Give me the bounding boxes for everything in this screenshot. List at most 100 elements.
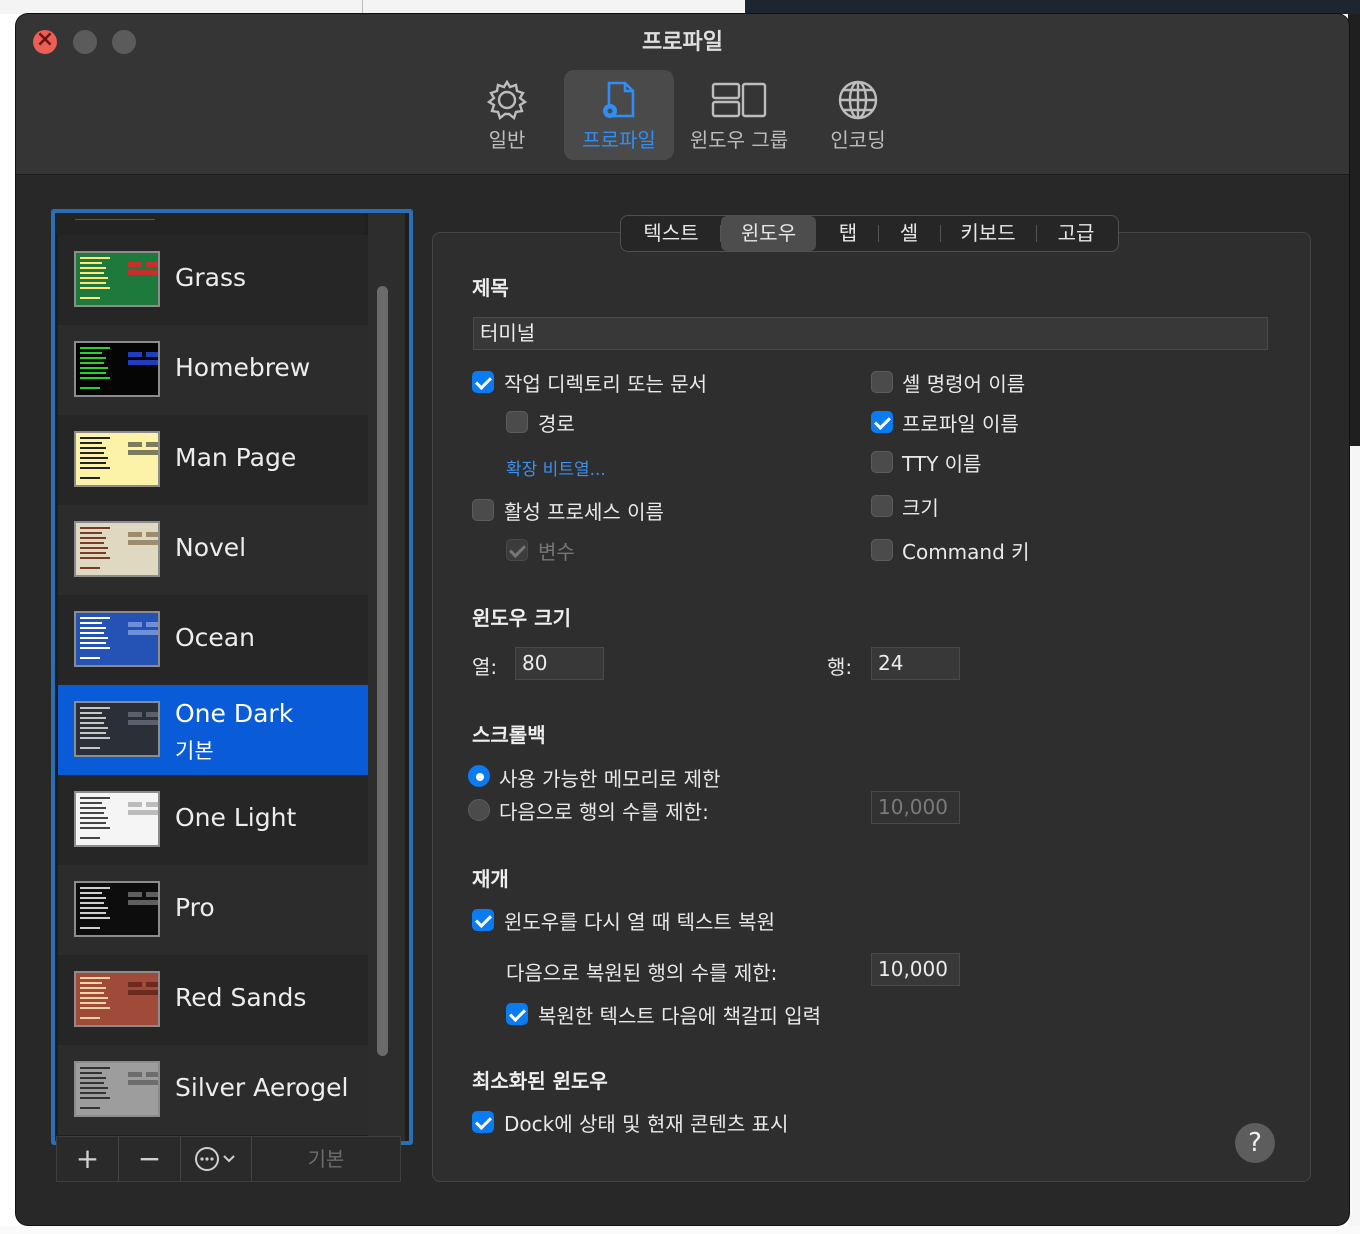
profile-list-buttons: + − 기본 bbox=[56, 1136, 401, 1182]
toolbar-profiles-label: 프로파일 bbox=[582, 128, 656, 152]
profile-list[interactable]: Grass Homebrew Man Page Novel Ocean One Dark 기… bbox=[51, 209, 413, 1145]
active-process-checkbox[interactable] bbox=[472, 499, 494, 521]
profile-row[interactable]: One Dark 기본 bbox=[58, 685, 368, 775]
command-key-checkbox[interactable] bbox=[871, 539, 893, 561]
profile-row[interactable]: Grass bbox=[58, 235, 368, 325]
toolbar-window-groups[interactable]: 윈도우 그룹 bbox=[682, 70, 796, 160]
profile-row[interactable]: Man Page bbox=[58, 415, 368, 505]
toolbar-encodings[interactable]: 인코딩 bbox=[812, 70, 904, 160]
arguments-checkbox[interactable] bbox=[506, 539, 528, 561]
shell-command-label: 셸 명령어 이름 bbox=[902, 372, 1026, 396]
toolbar-profiles[interactable]: 프로파일 bbox=[564, 70, 674, 160]
title-heading: 제목 bbox=[472, 276, 509, 300]
profile-row[interactable]: Ocean bbox=[58, 595, 368, 685]
profile-row[interactable]: Homebrew bbox=[58, 325, 368, 415]
tab-keyboard[interactable]: 키보드 bbox=[941, 216, 1035, 251]
profile-name: Ocean bbox=[175, 623, 255, 652]
scrollback-rows-field[interactable]: 10,000 bbox=[871, 791, 960, 824]
profile-name: One Light bbox=[175, 803, 297, 832]
limit-rows-label: 다음으로 행의 수를 제한: bbox=[499, 800, 709, 824]
dock-status-label: Dock에 상태 및 현재 콘텐츠 표시 bbox=[504, 1112, 789, 1136]
background-window-strip bbox=[0, 0, 745, 14]
bookmark-checkbox[interactable] bbox=[506, 1003, 528, 1025]
path-checkbox[interactable] bbox=[506, 411, 528, 433]
add-profile-button[interactable]: + bbox=[57, 1137, 119, 1181]
profile-name: Man Page bbox=[175, 443, 297, 472]
background-bottom-strip bbox=[0, 1226, 1360, 1234]
background-dark-strip bbox=[745, 0, 1360, 14]
profile-preview-thumbnail bbox=[74, 701, 160, 757]
tty-name-label: TTY 이름 bbox=[902, 452, 982, 476]
profile-row[interactable]: Novel bbox=[58, 505, 368, 595]
minimized-heading: 최소화된 윈도우 bbox=[472, 1069, 608, 1093]
background-right-strip bbox=[1348, 14, 1360, 1234]
profile-name: Grass bbox=[175, 263, 247, 292]
size-label: 크기 bbox=[902, 496, 939, 520]
profile-preview-thumbnail bbox=[74, 431, 160, 487]
tab-text[interactable]: 텍스트 bbox=[625, 216, 717, 251]
set-default-button[interactable]: 기본 bbox=[252, 1137, 400, 1181]
ellipsis-chevron-icon bbox=[195, 1147, 235, 1171]
profile-preview-thumbnail bbox=[74, 1061, 160, 1117]
help-button[interactable]: ? bbox=[1235, 1123, 1275, 1163]
profile-row[interactable]: Pro bbox=[58, 865, 368, 955]
tab-window[interactable]: 윈도우 bbox=[721, 216, 816, 251]
profile-list-scrollbar[interactable] bbox=[377, 286, 388, 1056]
remove-profile-button[interactable]: − bbox=[119, 1137, 181, 1181]
limit-memory-label: 사용 가능한 메모리로 제한 bbox=[499, 767, 721, 791]
limit-rows-radio[interactable] bbox=[468, 799, 490, 821]
limit-memory-radio[interactable] bbox=[468, 765, 490, 787]
dock-status-checkbox[interactable] bbox=[472, 1111, 494, 1133]
command-key-label: Command 키 bbox=[902, 540, 1030, 564]
profile-preview-thumbnail bbox=[74, 971, 160, 1027]
profile-name-label: 프로파일 이름 bbox=[902, 412, 1019, 436]
rows-label: 행: bbox=[827, 655, 853, 679]
active-process-label: 활성 프로세스 이름 bbox=[504, 500, 664, 524]
profile-preview-thumbnail bbox=[74, 521, 160, 577]
window-groups-icon bbox=[711, 82, 767, 118]
resume-heading: 재개 bbox=[472, 867, 509, 891]
tty-name-checkbox[interactable] bbox=[871, 451, 893, 473]
tab-tab[interactable]: 탭 bbox=[819, 216, 877, 251]
bookmark-label: 복원한 텍스트 다음에 책갈피 입력 bbox=[538, 1004, 822, 1028]
profile-name: Pro bbox=[175, 893, 215, 922]
toolbar-window-groups-label: 윈도우 그룹 bbox=[689, 128, 789, 152]
toolbar-encodings-label: 인코딩 bbox=[830, 128, 886, 152]
restore-text-checkbox[interactable] bbox=[472, 909, 494, 931]
gear-icon bbox=[486, 79, 528, 121]
rows-field[interactable]: 24 bbox=[871, 647, 960, 680]
profile-preview-thumbnail bbox=[74, 611, 160, 667]
default-profile-tag: 기본 bbox=[175, 739, 214, 763]
working-dir-checkbox[interactable] bbox=[472, 371, 494, 393]
profile-preview-thumbnail bbox=[74, 251, 160, 307]
profile-row[interactable]: One Light bbox=[58, 775, 368, 865]
profile-name: Red Sands bbox=[175, 983, 307, 1012]
window-title: 프로파일 bbox=[642, 30, 723, 55]
columns-field[interactable]: 80 bbox=[515, 647, 604, 680]
profile-document-icon bbox=[603, 81, 635, 118]
working-dir-label: 작업 디렉토리 또는 문서 bbox=[504, 372, 708, 396]
profile-row[interactable]: Red Sands bbox=[58, 955, 368, 1045]
window-title-field[interactable]: 터미널 bbox=[473, 317, 1268, 350]
tab-advanced[interactable]: 고급 bbox=[1037, 216, 1115, 251]
restore-limit-field[interactable]: 10,000 bbox=[871, 953, 960, 986]
profile-name: Silver Aerogel bbox=[175, 1073, 349, 1102]
arguments-label: 변수 bbox=[538, 540, 575, 564]
tab-shell[interactable]: 셀 bbox=[879, 216, 939, 251]
restore-text-label: 윈도우를 다시 열 때 텍스트 복원 bbox=[504, 910, 775, 934]
profile-name: Homebrew bbox=[175, 353, 311, 382]
toolbar-general[interactable]: 일반 bbox=[462, 70, 552, 160]
profile-name-checkbox[interactable] bbox=[871, 411, 893, 433]
toolbar-general-label: 일반 bbox=[488, 128, 526, 152]
list-top-partial-row bbox=[55, 213, 365, 235]
globe-icon bbox=[838, 80, 878, 120]
size-checkbox[interactable] bbox=[871, 495, 893, 517]
shell-command-checkbox[interactable] bbox=[871, 371, 893, 393]
more-actions-button[interactable] bbox=[181, 1137, 252, 1181]
profile-row[interactable]: Silver Aerogel bbox=[58, 1045, 368, 1135]
extensions-link[interactable]: 확장 비트열... bbox=[506, 455, 606, 480]
scrollback-heading: 스크롤백 bbox=[472, 723, 546, 747]
window-size-heading: 윈도우 크기 bbox=[472, 606, 571, 630]
restore-limit-label: 다음으로 복원된 행의 수를 제한: bbox=[506, 961, 778, 985]
profile-name: Novel bbox=[175, 533, 247, 562]
